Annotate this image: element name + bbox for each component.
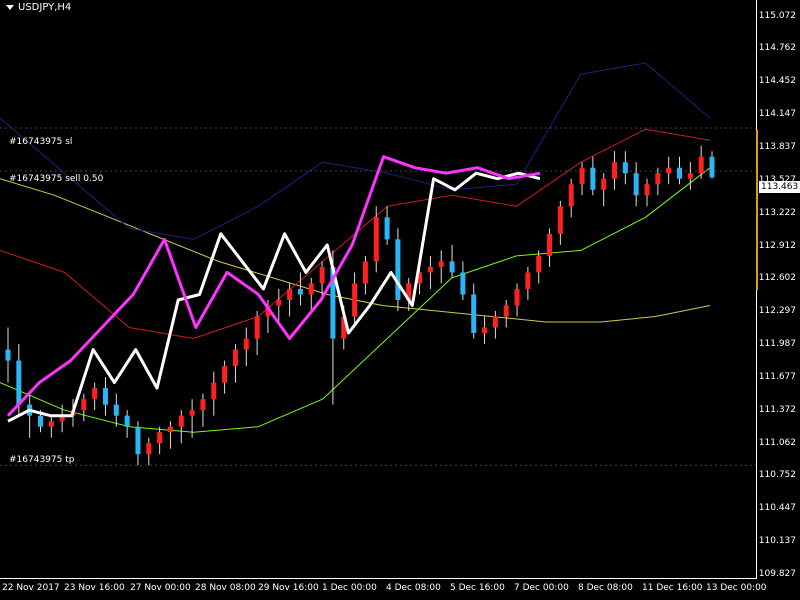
bear-candle bbox=[102, 388, 108, 405]
bull-candle bbox=[579, 167, 585, 185]
price-tick: 112.602 bbox=[758, 273, 796, 283]
bull-candle bbox=[514, 288, 520, 306]
triangle-down-icon[interactable] bbox=[6, 5, 14, 10]
time-axis-line bbox=[0, 578, 757, 579]
bull-candle bbox=[81, 399, 87, 411]
time-tick: 5 Dec 16:00 bbox=[450, 583, 505, 593]
bull-candle bbox=[146, 443, 152, 455]
time-tick: 22 Nov 2017 bbox=[2, 583, 60, 593]
price-tick: 112.297 bbox=[758, 306, 796, 316]
bull-candle bbox=[189, 410, 195, 416]
bull-candle bbox=[482, 327, 488, 334]
price-tick: 109.827 bbox=[758, 569, 796, 579]
time-tick: 11 Dec 16:00 bbox=[642, 583, 703, 593]
bear-candle bbox=[113, 404, 119, 416]
price-tick: 111.987 bbox=[758, 339, 796, 349]
bull-candle bbox=[254, 316, 260, 339]
price-tick: 115.072 bbox=[758, 11, 796, 21]
bear-candle bbox=[622, 162, 628, 174]
price-tick: 113.837 bbox=[758, 142, 796, 152]
bull-candle bbox=[601, 178, 607, 190]
bull-candle bbox=[352, 283, 358, 317]
symbol-label: USDJPY,H4 bbox=[18, 2, 72, 13]
indicator-line bbox=[7, 171, 541, 423]
price-tick: 114.762 bbox=[758, 43, 796, 53]
bull-candle bbox=[362, 261, 368, 284]
bull-candle bbox=[492, 316, 498, 328]
bull-candle bbox=[698, 156, 704, 174]
price-tick: 111.062 bbox=[758, 438, 796, 448]
bear-candle bbox=[471, 294, 477, 334]
bull-candle bbox=[568, 184, 574, 207]
bear-candle bbox=[395, 239, 401, 300]
price-tick: 111.677 bbox=[758, 372, 796, 382]
bear-candle bbox=[449, 261, 455, 273]
bull-candle bbox=[536, 255, 542, 273]
bull-candle bbox=[438, 261, 444, 267]
bear-candle bbox=[124, 415, 130, 427]
bull-candle bbox=[276, 299, 282, 306]
price-chart[interactable] bbox=[0, 0, 757, 578]
order-entry-label: #16743975 sell 0.50 bbox=[9, 174, 104, 184]
chart-title[interactable]: USDJPY,H4 bbox=[6, 2, 71, 13]
bull-candle bbox=[666, 167, 672, 174]
bull-candle bbox=[557, 206, 563, 234]
bear-candle bbox=[384, 217, 390, 240]
bear-candle bbox=[590, 167, 596, 190]
time-tick: 27 Nov 00:00 bbox=[130, 583, 191, 593]
order-tp-label: #16743975 tp bbox=[9, 455, 75, 465]
time-tick: 1 Dec 00:00 bbox=[322, 583, 377, 593]
bull-candle bbox=[373, 217, 379, 262]
time-tick: 29 Nov 16:00 bbox=[258, 583, 319, 593]
bear-candle bbox=[37, 415, 43, 427]
bull-candle bbox=[232, 349, 238, 367]
bull-candle bbox=[644, 184, 650, 196]
current-price-tag: 113.463 bbox=[759, 181, 800, 193]
bear-candle bbox=[5, 349, 11, 361]
price-tick: 114.147 bbox=[758, 109, 796, 119]
order-sl-label: #16743975 sl bbox=[9, 137, 73, 147]
bear-candle bbox=[297, 288, 303, 295]
bull-candle bbox=[178, 415, 184, 427]
bull-candle bbox=[48, 421, 54, 427]
chart-window[interactable]: USDJPY,H4 #16743975 sl #16743975 sell 0.… bbox=[0, 0, 800, 600]
bull-candle bbox=[503, 305, 509, 317]
bull-candle bbox=[525, 272, 531, 289]
price-tick: 113.222 bbox=[758, 208, 796, 218]
bull-candle bbox=[287, 288, 293, 300]
bull-candle bbox=[547, 233, 553, 256]
time-tick: 13 Dec 00:00 bbox=[706, 583, 767, 593]
bear-candle bbox=[677, 167, 683, 179]
time-tick: 4 Dec 08:00 bbox=[386, 583, 441, 593]
bull-candle bbox=[655, 173, 661, 185]
bull-candle bbox=[167, 426, 173, 433]
bull-candle bbox=[308, 283, 314, 295]
price-tick: 114.452 bbox=[758, 76, 796, 86]
bull-candle bbox=[612, 162, 618, 179]
bear-candle bbox=[709, 156, 715, 178]
price-tick: 111.372 bbox=[758, 405, 796, 415]
bull-candle bbox=[687, 173, 693, 179]
bull-candle bbox=[157, 432, 163, 444]
bull-candle bbox=[200, 399, 206, 411]
price-range-marker bbox=[756, 130, 758, 290]
bear-candle bbox=[135, 426, 141, 455]
time-tick: 23 Nov 16:00 bbox=[64, 583, 125, 593]
price-tick: 110.137 bbox=[758, 536, 796, 546]
bull-candle bbox=[222, 366, 228, 383]
bull-candle bbox=[319, 266, 325, 284]
price-tick: 110.447 bbox=[758, 503, 796, 513]
time-tick: 8 Dec 08:00 bbox=[578, 583, 633, 593]
bull-candle bbox=[92, 388, 98, 400]
bear-candle bbox=[633, 173, 639, 196]
bear-candle bbox=[460, 272, 466, 295]
bull-candle bbox=[243, 338, 249, 350]
time-tick: 7 Dec 00:00 bbox=[514, 583, 569, 593]
price-tick: 110.752 bbox=[758, 470, 796, 480]
time-tick: 28 Nov 08:00 bbox=[195, 583, 256, 593]
bull-candle bbox=[427, 266, 433, 273]
bear-candle bbox=[16, 360, 22, 405]
price-tick: 112.912 bbox=[758, 241, 796, 251]
bull-candle bbox=[211, 382, 217, 400]
